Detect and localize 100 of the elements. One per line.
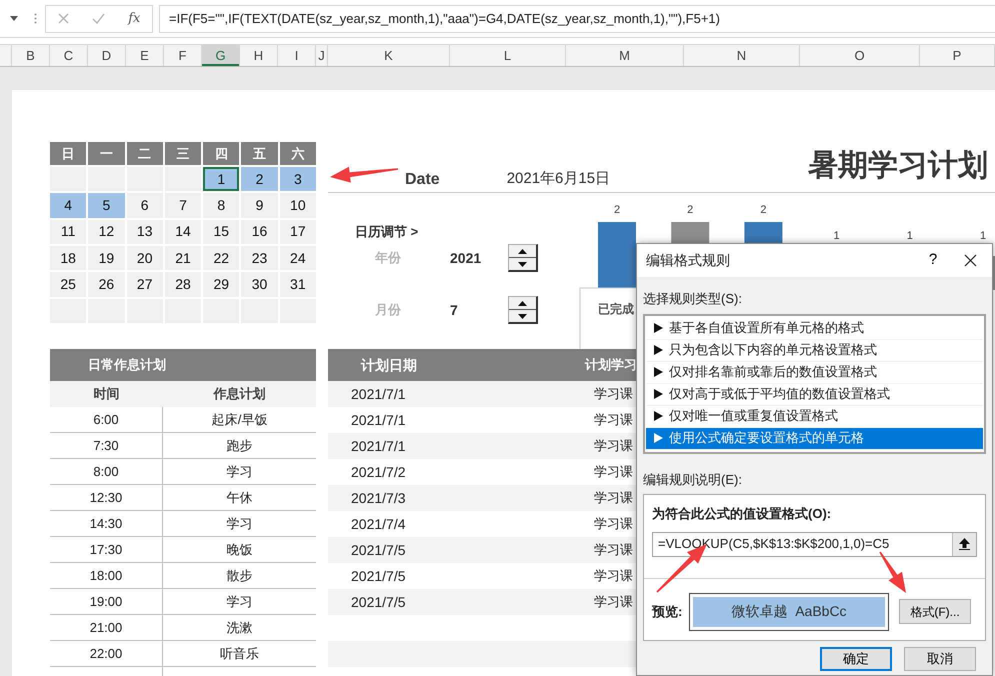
calendar-day[interactable]: 1 bbox=[203, 167, 240, 192]
formula-field[interactable]: =IF(F5="",IF(TEXT(DATE(sz_year,sz_month,1),"aaa")=G4,DATE(sz_year,sz_month,1),""),F5+1) bbox=[159, 4, 995, 32]
table-title: 日常作息计划 bbox=[87, 356, 166, 374]
column-header[interactable]: E bbox=[126, 45, 164, 66]
calendar-day[interactable]: 31 bbox=[280, 272, 316, 297]
calendar-day[interactable]: 24 bbox=[280, 246, 316, 270]
spin-button[interactable] bbox=[508, 244, 538, 272]
calendar-day[interactable]: 26 bbox=[88, 272, 125, 297]
rule-type-item[interactable]: 使用公式确定要设置格式的单元格 bbox=[646, 428, 983, 450]
table-cell-text: 2021/7/1 bbox=[350, 411, 406, 430]
table-cell: 14:30 bbox=[50, 511, 163, 536]
table-cell-text: 2021/7/2 bbox=[350, 463, 406, 482]
calendar-day[interactable]: 10 bbox=[280, 193, 316, 218]
date-label: Date bbox=[405, 170, 440, 190]
pointer-arrow bbox=[879, 552, 906, 593]
table-cell-text: 晚饭 bbox=[226, 541, 254, 559]
calendar-day[interactable]: 19 bbox=[88, 246, 125, 270]
column-header[interactable]: J bbox=[316, 45, 328, 66]
column-header[interactable]: I bbox=[278, 45, 316, 66]
calendar-day[interactable]: 29 bbox=[203, 272, 240, 297]
calendar-day[interactable]: 8 bbox=[203, 193, 240, 218]
table-cell: 12:30 bbox=[50, 485, 163, 510]
column-header[interactable]: K bbox=[328, 45, 450, 66]
upload-arrow-icon bbox=[959, 538, 970, 550]
legend-label: 已完成 bbox=[598, 302, 634, 316]
insert-function-button[interactable]: fx bbox=[128, 8, 140, 28]
table-cell-text: 2021/7/5 bbox=[350, 541, 406, 560]
data-label: 2 bbox=[687, 204, 694, 216]
more-icon[interactable] bbox=[34, 13, 37, 24]
data-label: 2 bbox=[614, 204, 620, 216]
column-header[interactable]: D bbox=[88, 45, 126, 66]
calendar-day[interactable]: 14 bbox=[164, 220, 202, 244]
cancel-button[interactable]: 取消 bbox=[904, 647, 976, 671]
table-cell-text: 学习课 bbox=[593, 489, 633, 507]
column-header-cell-text: 计划学习 bbox=[584, 356, 637, 374]
formula-input[interactable]: =VLOOKUP(C5,$K$13:$K$200,1,0)=C5 bbox=[652, 532, 977, 556]
calendar-day[interactable]: 7 bbox=[164, 193, 202, 218]
calendar-day[interactable]: 20 bbox=[126, 246, 163, 270]
up-arrow-icon bbox=[518, 248, 527, 254]
calendar-day[interactable]: 17 bbox=[280, 220, 316, 244]
help-button[interactable]: ? bbox=[918, 248, 948, 273]
table-cell-text: 学习 bbox=[226, 515, 254, 533]
calendar-adjust-label: 日历调节 > bbox=[354, 223, 420, 242]
table-cell-text: 听音乐 bbox=[219, 645, 260, 663]
triangle-icon bbox=[654, 411, 663, 421]
calendar-day[interactable]: 5 bbox=[88, 193, 125, 218]
field-label: 年份 bbox=[374, 249, 402, 268]
calendar-day[interactable]: 9 bbox=[241, 193, 278, 218]
rule-type-item[interactable]: 基于各自值设置所有单元格的格式 bbox=[646, 318, 983, 340]
rule-type-item[interactable]: 只为包含以下内容的单元格设置格式 bbox=[646, 340, 983, 362]
column-header[interactable]: M bbox=[566, 45, 684, 66]
calendar-day[interactable]: 25 bbox=[50, 272, 86, 297]
table-cell-text: 2021/7/5 bbox=[350, 593, 406, 612]
table-cell-text: 学习课 bbox=[593, 541, 633, 559]
calendar-day[interactable]: 18 bbox=[50, 246, 86, 270]
collapse-button[interactable] bbox=[952, 532, 976, 556]
table-cell-text: 学习课 bbox=[593, 437, 633, 455]
data-label: 1 bbox=[906, 230, 913, 242]
down-arrow-icon bbox=[518, 314, 527, 318]
column-header-cell-text: 作息计划 bbox=[212, 385, 266, 403]
calendar-day[interactable]: 23 bbox=[241, 246, 278, 270]
ok-button[interactable]: 确定 bbox=[820, 647, 892, 671]
table-cell-text: 跑步 bbox=[226, 437, 254, 455]
rule-type-item[interactable]: 仅对高于或低于平均值的数值设置格式 bbox=[646, 384, 983, 406]
column-header[interactable]: N bbox=[684, 45, 800, 66]
calendar-day[interactable]: 2 bbox=[241, 167, 278, 192]
spin-button[interactable] bbox=[508, 296, 538, 324]
column-header[interactable]: L bbox=[450, 45, 566, 66]
calendar-day[interactable]: 11 bbox=[50, 220, 86, 244]
calendar-day[interactable]: 12 bbox=[88, 220, 125, 244]
table-cell: 7:30 bbox=[50, 433, 163, 458]
column-header[interactable]: P bbox=[920, 45, 995, 66]
weekday-header: 六 bbox=[280, 142, 316, 165]
column-header[interactable]: G bbox=[202, 45, 240, 66]
calendar-day[interactable]: 16 bbox=[241, 220, 278, 244]
column-header[interactable]: H bbox=[240, 45, 278, 66]
calendar-day[interactable]: 3 bbox=[280, 167, 316, 192]
calendar-day[interactable]: 21 bbox=[164, 246, 202, 270]
calendar-day[interactable]: 15 bbox=[203, 220, 240, 244]
calendar-day[interactable]: 6 bbox=[126, 193, 163, 218]
table-cell-text: 洗漱 bbox=[226, 619, 254, 637]
data-label: 2 bbox=[760, 204, 766, 216]
table-cell: 21:00 bbox=[50, 615, 163, 640]
calendar-day[interactable]: 27 bbox=[126, 272, 163, 297]
rule-type-item[interactable]: 仅对排名靠前或靠后的数值设置格式 bbox=[646, 362, 983, 384]
column-header[interactable]: O bbox=[800, 45, 920, 66]
table-cell: 8:00 bbox=[50, 459, 163, 484]
calendar-day[interactable]: 22 bbox=[203, 246, 240, 270]
preview-label: 预览: bbox=[652, 602, 684, 621]
column-header[interactable]: B bbox=[12, 45, 50, 66]
calendar-day[interactable]: 30 bbox=[241, 272, 278, 297]
calendar-day[interactable]: 13 bbox=[126, 220, 163, 244]
column-header[interactable]: C bbox=[50, 45, 88, 66]
calendar-day[interactable]: 28 bbox=[164, 272, 202, 297]
dropdown-caret-icon[interactable] bbox=[10, 16, 18, 21]
weekday-header: 一 bbox=[88, 142, 125, 165]
triangle-icon bbox=[654, 323, 663, 333]
table-cell-text: 2021/7/1 bbox=[350, 437, 406, 456]
calendar-day[interactable]: 4 bbox=[50, 193, 86, 218]
format-button[interactable]: 格式(F)... bbox=[899, 599, 971, 624]
